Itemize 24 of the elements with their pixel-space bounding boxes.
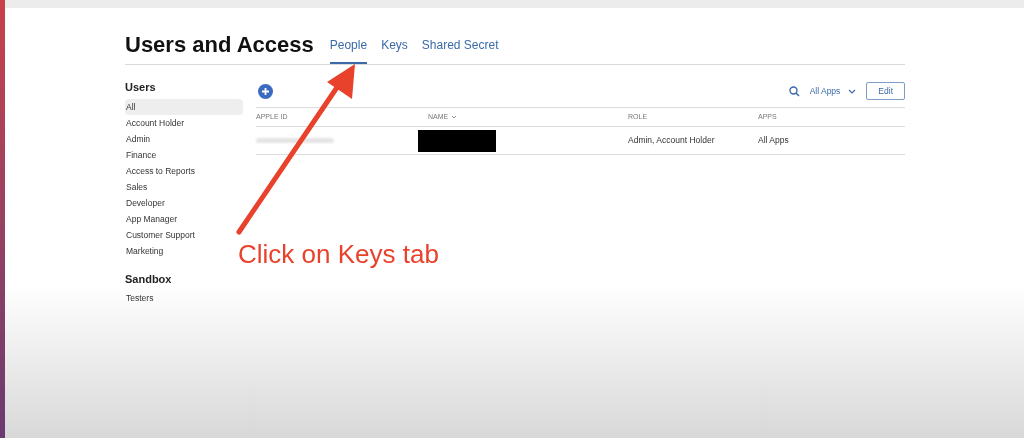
sidebar-item[interactable]: App Manager (125, 210, 243, 227)
sidebar-item[interactable]: Developer (125, 194, 243, 211)
table-cell-text: Admin, Account Holder (628, 134, 716, 147)
table-cell-text: All Apps (758, 134, 790, 147)
edit-button[interactable]: Edit (866, 81, 905, 101)
sidebar-item[interactable]: Access to Reports (125, 162, 243, 179)
sidebar-heading: Users (125, 80, 157, 95)
page-title: Users and Access (125, 32, 314, 59)
sidebar-item[interactable]: Admin (125, 130, 243, 147)
tab[interactable]: Keys (381, 36, 408, 64)
search-icon[interactable] (788, 85, 800, 97)
sidebar-item[interactable]: Finance (125, 146, 243, 163)
add-button[interactable] (258, 83, 273, 99)
chevron-down-icon (451, 115, 458, 119)
sidebar-item[interactable]: Account Holder (125, 114, 243, 131)
tab[interactable]: Shared Secret (421, 36, 499, 64)
sidebar-item[interactable]: Testers (125, 290, 243, 306)
sidebar-heading: Sandbox (125, 271, 173, 287)
sidebar-item[interactable]: Sales (125, 178, 243, 195)
plus-icon (261, 86, 270, 96)
chevron-down-icon (848, 88, 857, 94)
tab[interactable]: People (329, 36, 368, 64)
apps-filter[interactable]: All Apps (809, 84, 857, 98)
sidebar-item[interactable]: All (125, 98, 243, 115)
